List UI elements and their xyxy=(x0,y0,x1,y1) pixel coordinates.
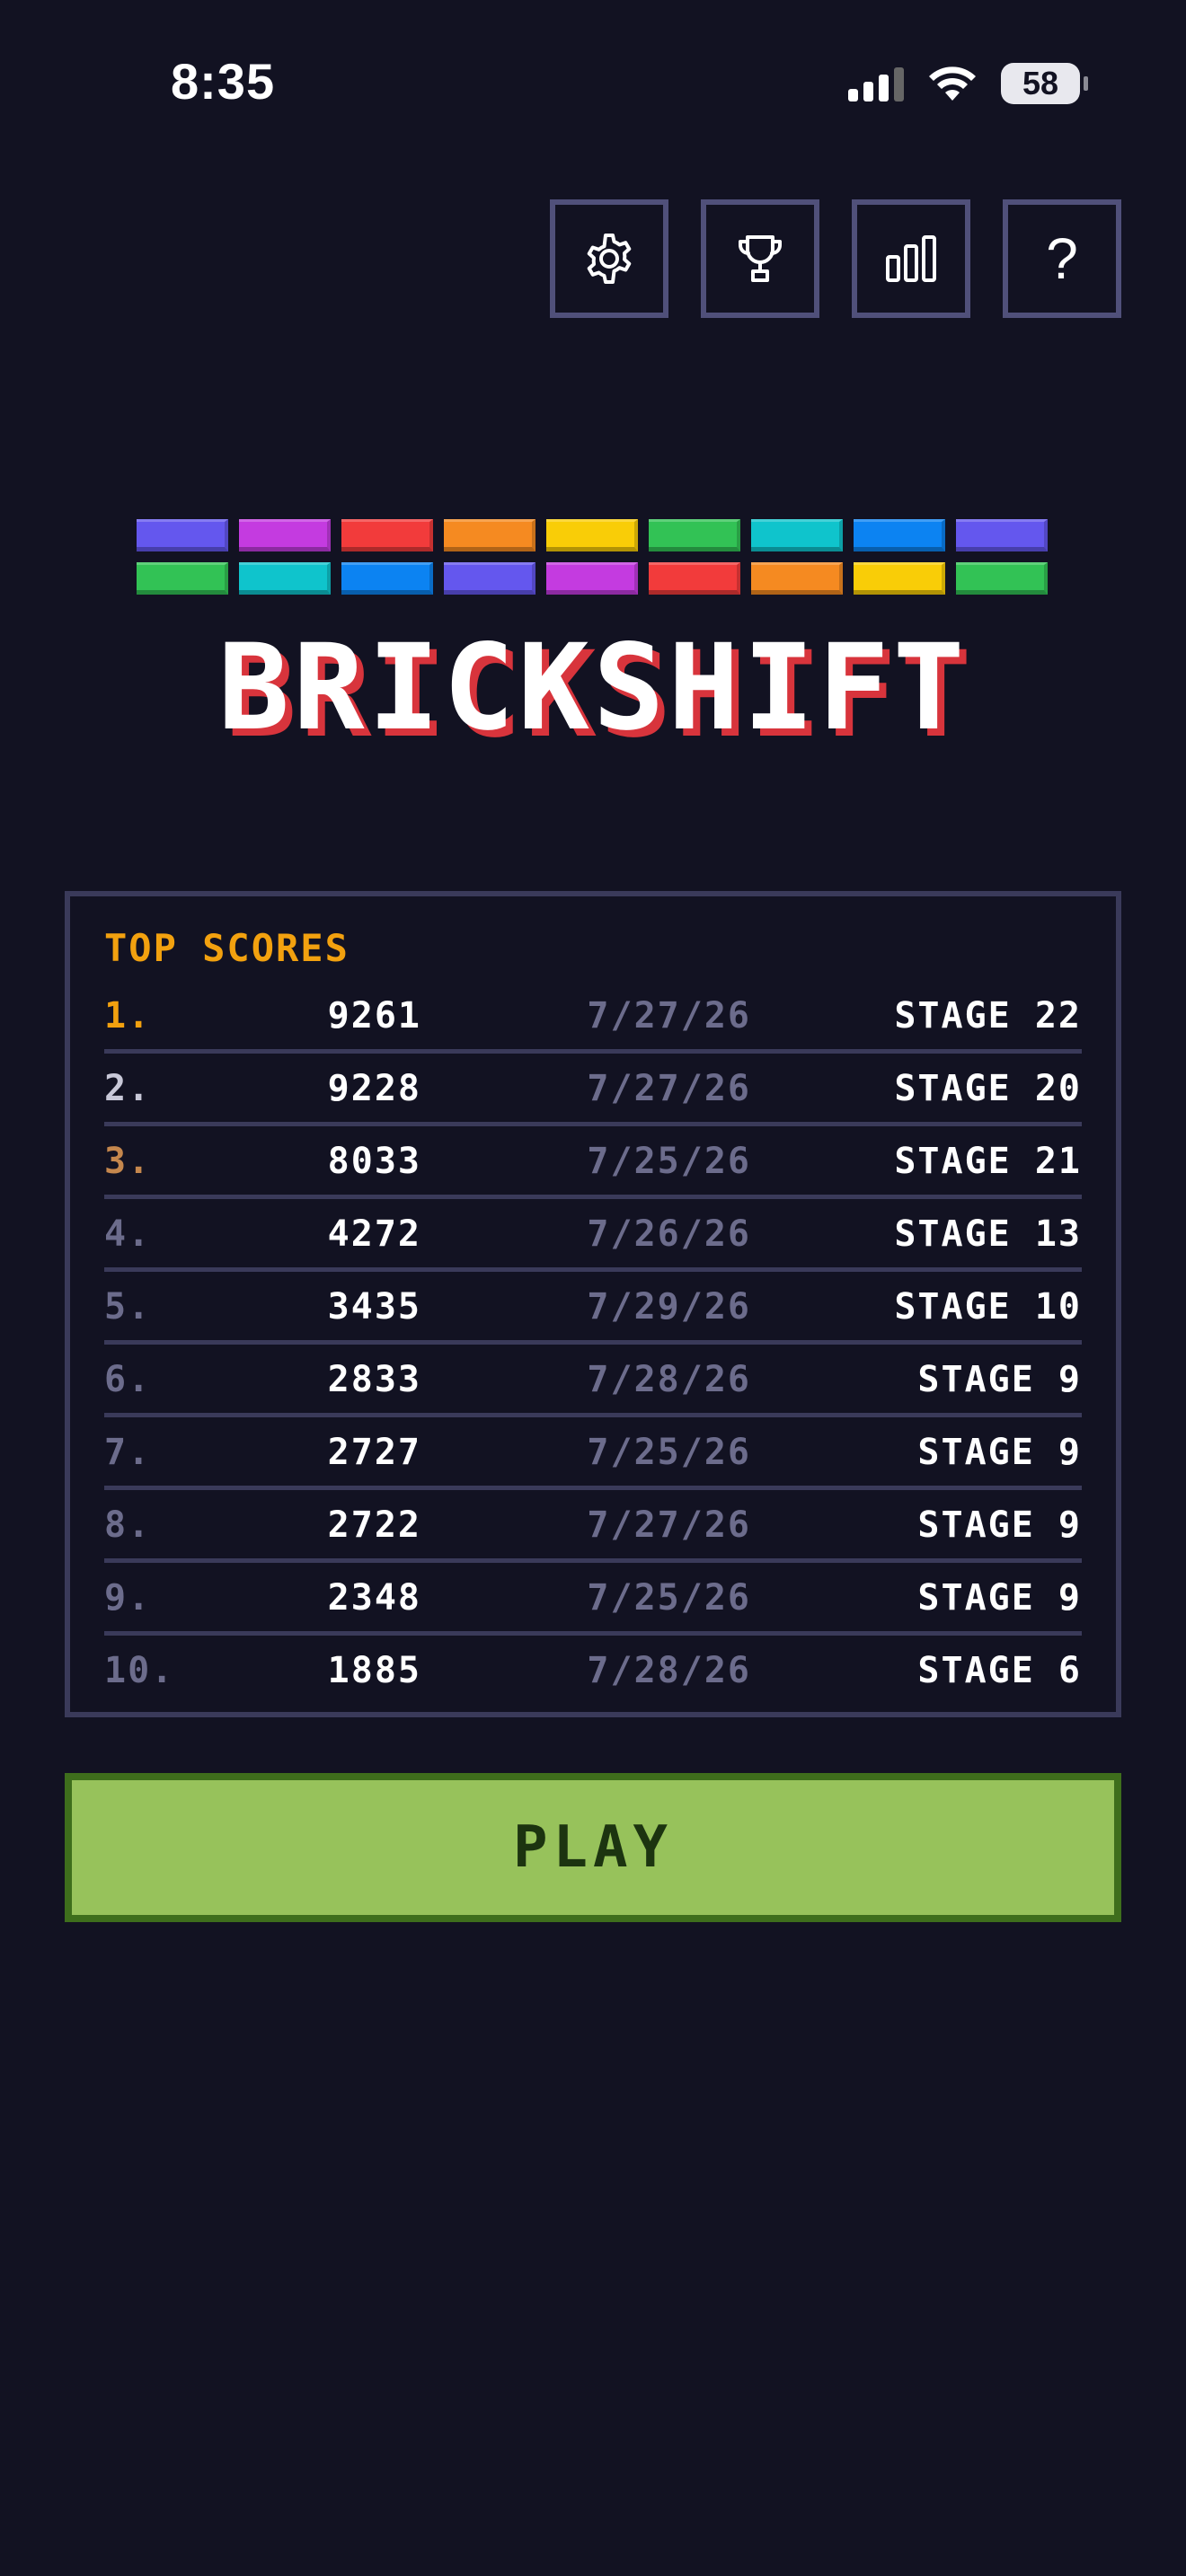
battery-icon: 58 xyxy=(1001,63,1088,104)
logo-brick xyxy=(341,519,433,551)
score-stage: STAGE 10 xyxy=(894,1286,1082,1328)
score-rank: 8. xyxy=(104,1504,152,1546)
status-time: 8:35 xyxy=(171,53,276,110)
score-rank: 9. xyxy=(104,1577,152,1619)
score-row: 3. 8033 7/25/26 STAGE 21 xyxy=(104,1126,1082,1199)
score-rank: 7. xyxy=(104,1432,152,1473)
help-button[interactable]: ? xyxy=(1003,199,1121,318)
brick-row xyxy=(137,562,1048,595)
score-date: 7/28/26 xyxy=(587,1359,751,1400)
question-mark-icon: ? xyxy=(1046,226,1078,291)
score-value: 9228 xyxy=(327,1068,421,1109)
logo-brick xyxy=(137,519,228,551)
score-date: 7/29/26 xyxy=(587,1286,751,1328)
score-rank: 3. xyxy=(104,1141,152,1182)
gear-icon xyxy=(587,234,632,284)
logo-brick xyxy=(546,519,638,551)
score-value: 2348 xyxy=(327,1577,421,1619)
logo-brick xyxy=(444,519,535,551)
score-rank: 6. xyxy=(104,1359,152,1400)
score-value: 2727 xyxy=(327,1432,421,1473)
score-row: 4. 4272 7/26/26 STAGE 13 xyxy=(104,1199,1082,1272)
logo-brick xyxy=(546,562,638,595)
score-row: 1. 9261 7/27/26 STAGE 22 xyxy=(104,981,1082,1054)
score-row: 7. 2727 7/25/26 STAGE 9 xyxy=(104,1417,1082,1490)
score-date: 7/26/26 xyxy=(587,1213,751,1255)
logo-brick xyxy=(444,562,535,595)
score-date: 7/27/26 xyxy=(587,995,751,1037)
game-title: BRICKSHIFT xyxy=(217,619,969,757)
score-date: 7/27/26 xyxy=(587,1068,751,1109)
logo-brick xyxy=(239,519,331,551)
score-date: 7/25/26 xyxy=(587,1577,751,1619)
score-row: 9. 2348 7/25/26 STAGE 9 xyxy=(104,1563,1082,1636)
score-date: 7/25/26 xyxy=(587,1432,751,1473)
status-icons: 58 xyxy=(848,63,1088,104)
score-list: 1. 9261 7/27/26 STAGE 22 2. 9228 7/27/26 STAGE … xyxy=(104,981,1082,1708)
score-date: 7/27/26 xyxy=(587,1504,751,1546)
logo-bricks xyxy=(137,519,1048,595)
score-value: 2722 xyxy=(327,1504,421,1546)
score-stage: STAGE 9 xyxy=(917,1504,1082,1546)
logo-brick xyxy=(751,519,843,551)
stats-button[interactable] xyxy=(852,199,970,318)
score-row: 5. 3435 7/29/26 STAGE 10 xyxy=(104,1272,1082,1345)
score-stage: STAGE 21 xyxy=(894,1141,1082,1182)
top-toolbar: ? xyxy=(550,199,1121,318)
score-stage: STAGE 9 xyxy=(917,1359,1082,1400)
logo-brick xyxy=(649,562,740,595)
logo-brick xyxy=(137,562,228,595)
score-stage: STAGE 9 xyxy=(917,1432,1082,1473)
score-value: 3435 xyxy=(327,1286,421,1328)
logo-brick xyxy=(854,562,945,595)
trophy-icon xyxy=(739,235,782,282)
score-stage: STAGE 13 xyxy=(894,1213,1082,1255)
trophy-button[interactable] xyxy=(701,199,819,318)
score-row: 10. 1885 7/28/26 STAGE 6 xyxy=(104,1636,1082,1708)
score-value: 2833 xyxy=(327,1359,421,1400)
wifi-icon xyxy=(929,66,976,101)
settings-button[interactable] xyxy=(550,199,668,318)
score-rank: 5. xyxy=(104,1286,152,1328)
score-stage: STAGE 20 xyxy=(894,1068,1082,1109)
logo-brick xyxy=(649,519,740,551)
score-value: 4272 xyxy=(327,1213,421,1255)
logo-brick xyxy=(239,562,331,595)
score-date: 7/25/26 xyxy=(587,1141,751,1182)
score-row: 6. 2833 7/28/26 STAGE 9 xyxy=(104,1345,1082,1417)
score-rank: 1. xyxy=(104,995,152,1037)
logo-brick xyxy=(956,519,1048,551)
score-value: 8033 xyxy=(327,1141,421,1182)
score-row: 8. 2722 7/27/26 STAGE 9 xyxy=(104,1490,1082,1563)
status-bar: 8:35 58 xyxy=(0,0,1186,171)
score-stage: STAGE 6 xyxy=(917,1650,1082,1691)
score-stage: STAGE 9 xyxy=(917,1577,1082,1619)
score-row: 2. 9228 7/27/26 STAGE 20 xyxy=(104,1054,1082,1126)
score-rank: 2. xyxy=(104,1068,152,1109)
logo-brick xyxy=(341,562,433,595)
scores-heading: TOP SCORES xyxy=(104,926,350,970)
brick-row xyxy=(137,519,1048,551)
score-rank: 10. xyxy=(104,1650,175,1691)
play-button[interactable]: PLAY xyxy=(65,1773,1121,1922)
logo-brick xyxy=(751,562,843,595)
score-value: 1885 xyxy=(327,1650,421,1691)
score-rank: 4. xyxy=(104,1213,152,1255)
score-date: 7/28/26 xyxy=(587,1650,751,1691)
score-stage: STAGE 22 xyxy=(894,995,1082,1037)
logo-brick xyxy=(956,562,1048,595)
battery-level: 58 xyxy=(1022,65,1059,101)
score-value: 9261 xyxy=(327,995,421,1037)
cellular-signal-icon xyxy=(848,66,904,101)
play-label: PLAY xyxy=(512,1814,674,1881)
top-scores-panel: TOP SCORES 1. 9261 7/27/26 STAGE 22 2. 9228 7/… xyxy=(65,891,1121,1717)
logo-brick xyxy=(854,519,945,551)
bar-chart-icon xyxy=(886,235,936,282)
